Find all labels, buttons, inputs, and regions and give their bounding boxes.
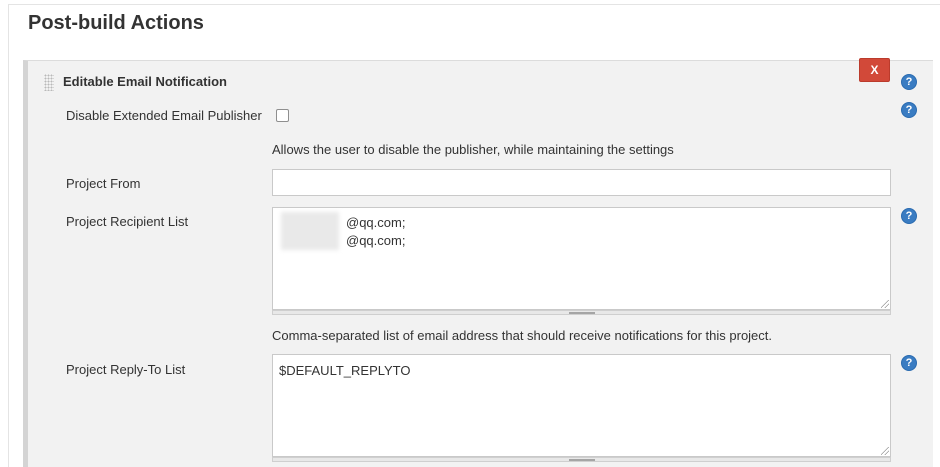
reply-to-resize-grip[interactable] xyxy=(272,457,891,462)
help-icon[interactable]: ? xyxy=(901,102,917,118)
reply-to-value: $DEFAULT_REPLYTO xyxy=(279,363,411,378)
recipient-list-label: Project Recipient List xyxy=(66,214,189,229)
delete-button[interactable]: X xyxy=(859,58,890,82)
disable-publisher-label: Disable Extended Email Publisher xyxy=(66,108,262,123)
disable-publisher-checkbox[interactable] xyxy=(276,109,289,122)
help-icon[interactable]: ? xyxy=(901,355,917,371)
project-from-label: Project From xyxy=(66,176,141,191)
help-icon[interactable]: ? xyxy=(901,74,917,90)
recipient-line: @qq.com; xyxy=(346,215,406,230)
block-title: Editable Email Notification xyxy=(63,74,227,89)
reply-to-textarea[interactable]: $DEFAULT_REPLYTO xyxy=(272,354,891,457)
resize-handle-icon[interactable] xyxy=(881,300,889,308)
resize-handle-icon[interactable] xyxy=(881,447,889,455)
redacted-area xyxy=(281,212,339,250)
recipient-line: @qq.com; xyxy=(346,233,406,248)
recipient-list-textarea[interactable]: @qq.com; @qq.com; xyxy=(272,207,891,310)
help-icon[interactable]: ? xyxy=(901,208,917,224)
drag-handle-icon[interactable] xyxy=(44,74,54,91)
project-from-input[interactable] xyxy=(272,169,891,196)
recipient-list-description: Comma-separated list of email address th… xyxy=(272,328,773,343)
disable-publisher-description: Allows the user to disable the publisher… xyxy=(272,142,674,157)
recipient-resize-grip[interactable] xyxy=(272,310,891,315)
section-title: Post-build Actions xyxy=(28,12,204,34)
reply-to-label: Project Reply-To List xyxy=(66,362,186,377)
